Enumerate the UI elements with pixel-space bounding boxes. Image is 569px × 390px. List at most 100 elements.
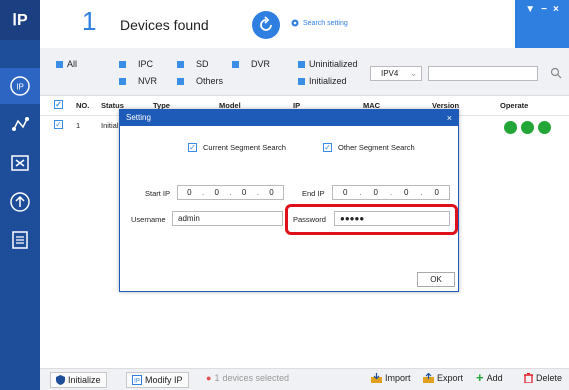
sidebar-item-docs[interactable] [0,222,40,258]
filter-ipc[interactable]: IPC [119,59,153,69]
end-ip-input[interactable]: 0. 0. 0. 0 [332,185,450,200]
ok-button[interactable]: OK [417,272,455,287]
end-ip-label: End IP [302,189,325,198]
modify-ip-button[interactable]: IP Modify IP [126,372,189,388]
edit-icon[interactable] [504,121,517,134]
add-label: Add [486,373,503,383]
close-icon[interactable]: × [553,4,559,15]
ip-version-value: IPV4 [381,69,399,78]
search-setting-label: Search setting [303,19,348,27]
username-label: Username [131,215,166,224]
filter-others-label: Others [196,76,224,86]
col-no: NO. [76,101,90,110]
checkbox-icon [56,60,63,68]
export-label: Export [437,373,464,383]
refresh-button[interactable] [252,11,280,39]
import-label: Import [385,373,411,383]
details-icon[interactable] [521,121,534,134]
add-button[interactable]: + Add [476,370,503,385]
row-checkbox[interactable]: ✓ [54,120,63,129]
password-highlight [285,204,458,235]
filter-sd[interactable]: SD [177,59,209,69]
filter-initialized-label: Initialized [309,76,347,86]
filter-initialized[interactable]: Initialized [298,76,347,86]
filter-all-label: All [67,59,78,69]
tools-icon [11,155,29,171]
filter-ipc-label: IPC [138,59,154,69]
checkbox-icon [298,77,305,85]
current-segment-checkbox[interactable]: ✓ Current Segment Search [188,143,286,152]
filter-dvr-label: DVR [251,59,271,69]
device-count: 1 [82,6,97,36]
selection-dot-icon: ● [206,373,212,383]
sidebar-item-ip[interactable]: IP [0,68,40,104]
ip-version-select[interactable]: IPV4 ⌄ [370,66,422,81]
modify-ip-label: Modify IP [145,375,183,385]
start-ip-octet: 0 [241,188,247,197]
initialize-label: Initialize [68,375,101,385]
sidebar-item-tools[interactable] [0,145,40,181]
checkbox-icon: ✓ [323,143,332,152]
start-ip-octet: 0 [187,188,192,197]
filter-others[interactable]: Others [177,76,223,86]
upgrade-icon [10,192,30,212]
end-ip-octet: 0 [373,188,378,197]
svg-text:IP: IP [16,83,24,92]
devices-found-label: Devices found [120,17,209,33]
checkbox-icon [177,77,184,85]
delete-button[interactable]: Delete [524,373,562,383]
sidebar-item-network[interactable] [0,106,40,142]
filter-dvr[interactable]: DVR [232,59,270,69]
ip-icon: IP [10,76,30,96]
filter-search-input[interactable] [428,66,538,81]
refresh-icon [260,16,272,31]
menu-icon[interactable]: ▼ [525,4,535,15]
start-ip-octet: 0 [214,188,219,197]
current-segment-label: Current Segment Search [203,143,286,152]
window-controls: ▼ − × [515,0,569,48]
end-ip-octet: 0 [434,188,439,197]
sidebar-item-upgrade[interactable] [0,184,40,220]
filter-sd-label: SD [196,59,209,69]
filter-uninitialized-label: Uninitialized [309,59,358,69]
web-icon[interactable] [538,121,551,134]
end-ip-octet: 0 [342,188,348,197]
filter-bar: All IPC SD DVR NVR Others Uninitialized … [40,48,569,96]
search-setting-button[interactable]: Search setting [290,18,348,28]
end-ip-octet: 0 [404,188,409,197]
row-no: 1 [76,121,81,130]
sidebar: ⅠP IP [0,0,40,390]
filter-nvr[interactable]: NVR [119,76,157,86]
minimize-icon[interactable]: − [541,4,547,15]
checkbox-icon: ✓ [188,143,197,152]
checkbox-icon [177,60,184,68]
checkbox-icon [298,60,305,68]
dialog-title: Setting [120,110,458,126]
selected-count: 1 [214,373,220,383]
initialize-button[interactable]: Initialize [50,372,107,388]
selection-status: ● 1 devices selected [206,373,289,383]
search-icon[interactable] [550,67,562,79]
close-icon[interactable]: × [447,110,452,126]
setting-dialog: Setting × ✓ Current Segment Search ✓ Oth… [119,109,459,292]
bottom-toolbar: Initialize IP Modify IP ● 1 devices sele… [40,368,569,390]
export-button[interactable]: Export [423,373,463,383]
export-icon [423,373,434,383]
filter-uninitialized[interactable]: Uninitialized [298,59,358,69]
start-ip-input[interactable]: 0. 0. 0. 0 [177,185,284,200]
other-segment-checkbox[interactable]: ✓ Other Segment Search [323,143,415,152]
network-icon [12,117,29,131]
start-ip-octet: 0 [269,188,274,197]
gear-icon [291,19,299,27]
plus-icon: + [476,370,484,385]
delete-label: Delete [536,373,563,383]
chevron-down-icon: ⌄ [410,69,417,78]
filter-all[interactable]: All [56,59,77,69]
col-operate: Operate [500,101,529,110]
import-button[interactable]: Import [371,373,411,383]
select-all-checkbox[interactable]: ✓ [54,100,63,109]
username-input[interactable]: admin [172,211,283,226]
checkbox-icon [232,60,239,68]
filter-nvr-label: NVR [138,76,158,86]
checkbox-icon [119,60,126,68]
